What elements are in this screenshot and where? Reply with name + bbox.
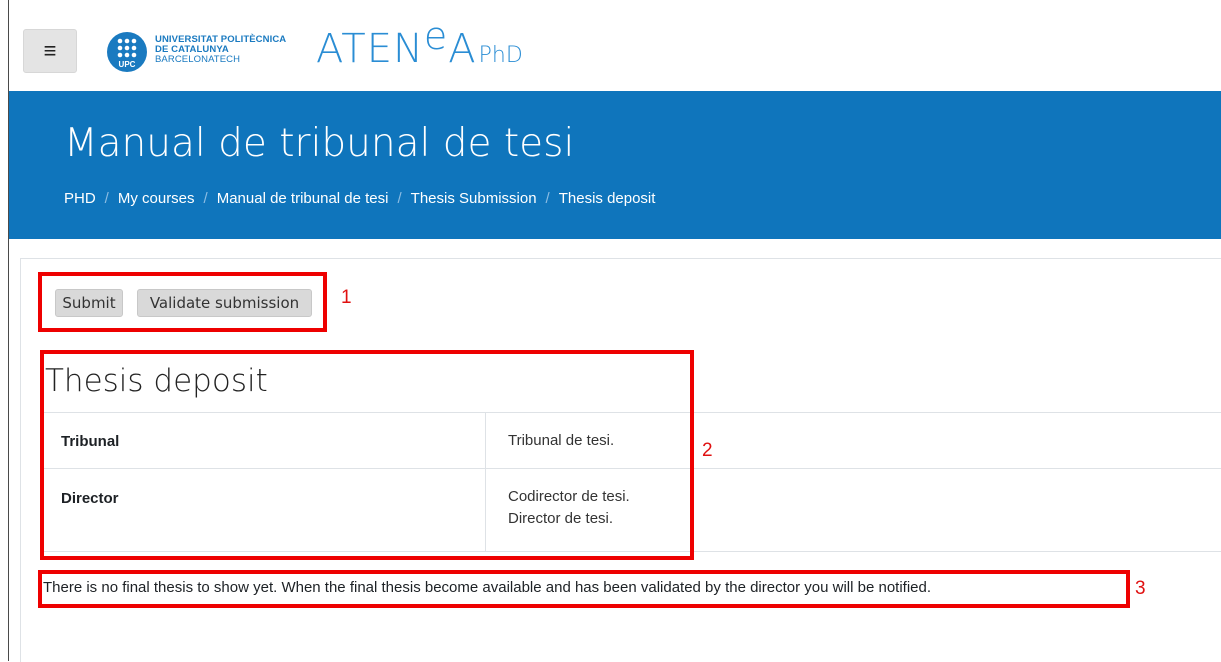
breadcrumb-separator: /	[397, 190, 402, 207]
breadcrumb-separator: /	[545, 190, 550, 207]
annotation-label-1: 1	[341, 287, 352, 308]
breadcrumb-item-thesis-submission[interactable]: Thesis Submission	[411, 190, 537, 207]
annotation-box-1	[38, 272, 327, 332]
upc-logo-text: UPC	[119, 60, 136, 69]
university-name: UNIVERSITAT POLITÈCNICA DE CATALUNYA BAR…	[155, 35, 286, 65]
page-title: Manual de tribunal de tesi	[64, 121, 575, 166]
atenea-sup: e	[423, 14, 449, 58]
hamburger-menu-button[interactable]: ≡	[23, 29, 77, 73]
annotation-label-2: 2	[702, 440, 713, 461]
annotation-label-3: 3	[1135, 578, 1146, 599]
breadcrumb-separator: /	[203, 190, 208, 207]
atenea-prefix: ATEN	[316, 26, 424, 72]
atenea-suffix: PhD	[478, 43, 523, 68]
window-left-edge	[0, 0, 9, 661]
breadcrumb: PHD / My courses / Manual de tribunal de tes…	[64, 190, 655, 207]
breadcrumb-item-thesis-deposit[interactable]: Thesis deposit	[559, 190, 656, 207]
top-navbar: ≡ UPC UNIVERSITAT POLITÈCNICA DE CATALUN…	[9, 0, 1221, 92]
breadcrumb-item-my-courses[interactable]: My courses	[118, 190, 195, 207]
upc-logo[interactable]: UPC	[107, 32, 147, 72]
breadcrumb-item-course[interactable]: Manual de tribunal de tesi	[217, 190, 389, 207]
atenea-mid: A	[448, 26, 477, 72]
annotation-box-3	[38, 570, 1130, 608]
page-header: Manual de tribunal de tesi PHD / My course…	[9, 91, 1221, 239]
breadcrumb-separator: /	[104, 190, 109, 207]
atenea-phd-logo[interactable]: ATENeAPhD	[316, 14, 523, 76]
university-line-3: BARCELONATECH	[155, 54, 241, 65]
hamburger-icon: ≡	[43, 38, 57, 63]
annotation-box-2	[40, 350, 694, 560]
breadcrumb-item-phd[interactable]: PHD	[64, 190, 96, 207]
